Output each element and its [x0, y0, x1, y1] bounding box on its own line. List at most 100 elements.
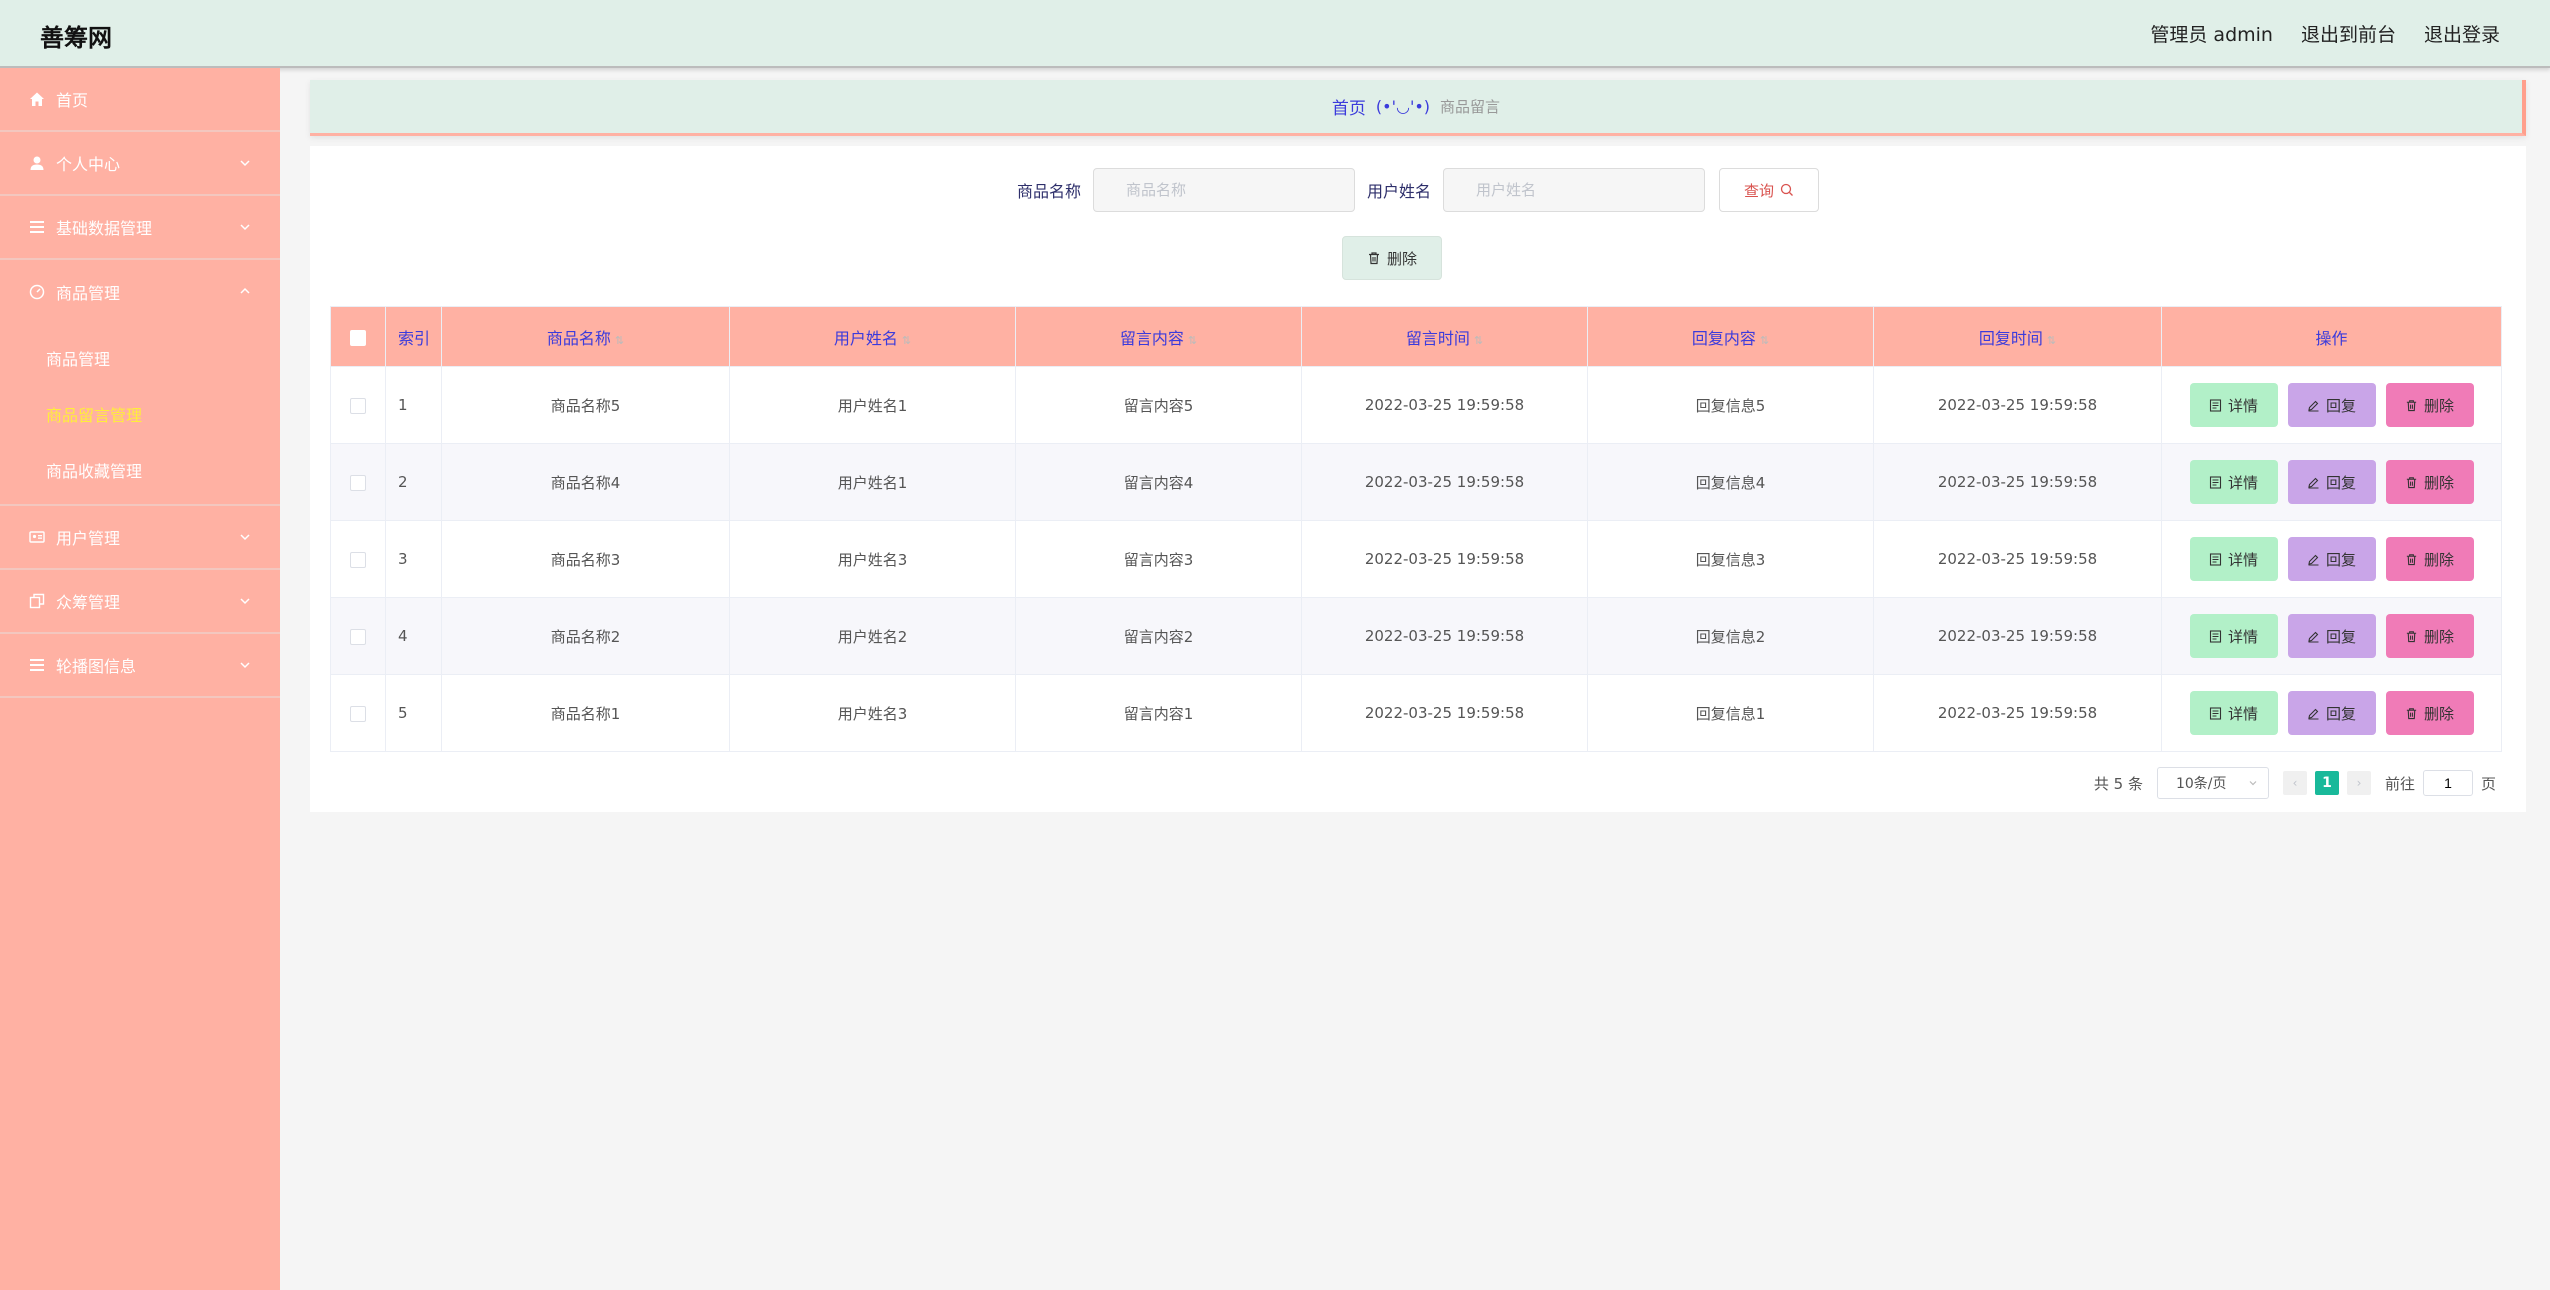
logout-link[interactable]: 退出登录	[2424, 20, 2500, 47]
batch-delete-button[interactable]: 删除	[1342, 236, 1442, 280]
cell-user-name: 用户姓名3	[729, 520, 1016, 598]
reply-button[interactable]: 回复	[2287, 537, 2376, 581]
table-row[interactable]: 5 商品名称1 用户姓名3 留言内容1 2022-03-25 19:59:58 回复信息1…	[330, 674, 2502, 752]
detail-button[interactable]: 详情	[2189, 691, 2278, 735]
row-check-cell	[330, 597, 386, 675]
chevron-down-icon	[240, 534, 250, 541]
chevron-up-icon	[240, 287, 250, 294]
exit-to-frontend-link[interactable]: 退出到前台	[2301, 20, 2396, 47]
sidebar-item-basic-data[interactable]: 基础数据管理	[0, 196, 280, 260]
row-actions: 详情 回复 删除	[2162, 537, 2501, 581]
cell-message-time: 2022-03-25 19:59:58	[1301, 443, 1588, 521]
top-links: 管理员 admin 退出到前台 退出登录	[2150, 20, 2500, 47]
select-all-checkbox[interactable]	[350, 329, 366, 346]
chevron-down-icon	[240, 224, 250, 231]
header-message-time[interactable]: 留言时间 ⇅	[1301, 306, 1588, 367]
delete-button[interactable]: 删除	[2385, 537, 2474, 581]
sidebar-item-personal-center[interactable]: 个人中心	[0, 132, 280, 196]
header-reply[interactable]: 回复内容 ⇅	[1587, 306, 1874, 367]
sort-icon: ⇅	[614, 333, 625, 347]
next-page-button[interactable]: ›	[2346, 771, 2371, 795]
reply-label: 回复	[2325, 704, 2356, 723]
query-button[interactable]: 查询	[1719, 168, 1820, 212]
detail-label: 详情	[2227, 704, 2258, 723]
user-icon	[28, 154, 46, 172]
goods-name-input[interactable]	[1093, 168, 1355, 212]
row-check-cell	[330, 520, 386, 598]
prev-page-button[interactable]: ‹	[2282, 771, 2307, 795]
row-checkbox[interactable]	[350, 397, 366, 414]
cell-reply: 回复信息5	[1587, 366, 1874, 444]
detail-button[interactable]: 详情	[2189, 383, 2278, 427]
delete-button[interactable]: 删除	[2385, 460, 2474, 504]
sort-icon: ⇅	[2046, 333, 2057, 347]
sidebar-item-crowdfunding[interactable]: 众筹管理	[0, 570, 280, 634]
goods-name-label: 商品名称	[1016, 182, 1081, 201]
document-icon	[2209, 475, 2222, 489]
header-label: 回复时间	[1978, 328, 2043, 348]
admin-label: 管理员 admin	[2150, 24, 2273, 46]
sidebar-item-user-management[interactable]: 用户管理	[0, 506, 280, 570]
trash-icon	[2406, 476, 2417, 488]
cell-message-time: 2022-03-25 19:59:58	[1301, 674, 1588, 752]
table-row[interactable]: 3 商品名称3 用户姓名3 留言内容3 2022-03-25 19:59:58 回复信息3…	[330, 520, 2502, 598]
trash-icon	[2406, 707, 2417, 719]
table-row[interactable]: 2 商品名称4 用户姓名1 留言内容4 2022-03-25 19:59:58 回复信息4…	[330, 443, 2502, 521]
edit-icon	[2308, 631, 2319, 642]
detail-button[interactable]: 详情	[2189, 460, 2278, 504]
delete-label: 删除	[2423, 473, 2454, 492]
sidebar-subitem-goods[interactable]: 商品管理	[0, 330, 280, 386]
sidebar-item-carousel[interactable]: 轮播图信息	[0, 634, 280, 698]
header-user-name[interactable]: 用户姓名 ⇅	[729, 306, 1016, 367]
detail-button[interactable]: 详情	[2189, 537, 2278, 581]
chevron-down-icon	[240, 598, 250, 605]
sidebar-item-label: 基础数据管理	[56, 219, 153, 238]
reply-button[interactable]: 回复	[2287, 691, 2376, 735]
delete-button[interactable]: 删除	[2385, 691, 2474, 735]
header-reply-time[interactable]: 回复时间 ⇅	[1873, 306, 2162, 367]
search-bar: 商品名称 用户姓名 查询	[310, 168, 2526, 212]
header-label: 用户姓名	[833, 328, 898, 348]
table-row[interactable]: 1 商品名称5 用户姓名1 留言内容5 2022-03-25 19:59:58 回复信息5…	[330, 366, 2502, 444]
row-checkbox[interactable]	[350, 551, 366, 568]
table-row[interactable]: 4 商品名称2 用户姓名2 留言内容2 2022-03-25 19:59:58 回复信息2…	[330, 597, 2502, 675]
row-checkbox[interactable]	[350, 628, 366, 645]
delete-button[interactable]: 删除	[2385, 383, 2474, 427]
detail-button[interactable]: 详情	[2189, 614, 2278, 658]
row-checkbox[interactable]	[350, 474, 366, 491]
document-icon	[2209, 629, 2222, 643]
page-size-select[interactable]: 10条/页	[2156, 767, 2269, 799]
goto-page-input[interactable]	[2422, 770, 2473, 796]
top-header: 善筹网 管理员 admin 退出到前台 退出登录	[0, 0, 2550, 68]
reply-label: 回复	[2325, 550, 2356, 569]
sidebar-item-home[interactable]: 首页	[0, 68, 280, 132]
delete-button[interactable]: 删除	[2385, 614, 2474, 658]
cell-actions: 详情 回复 删除	[2161, 443, 2502, 521]
user-name-input[interactable]	[1443, 168, 1706, 212]
reply-button[interactable]: 回复	[2287, 383, 2376, 427]
reply-button[interactable]: 回复	[2287, 460, 2376, 504]
reply-button[interactable]: 回复	[2287, 614, 2376, 658]
cell-index: 5	[385, 674, 442, 752]
select-all-cell	[330, 306, 386, 367]
sidebar-subitem-goods-message[interactable]: 商品留言管理	[0, 386, 280, 442]
sidebar-item-goods-management[interactable]: 商品管理	[0, 260, 280, 324]
cell-reply-time: 2022-03-25 19:59:58	[1873, 366, 2162, 444]
cell-reply: 回复信息2	[1587, 597, 1874, 675]
cell-user-name: 用户姓名1	[729, 366, 1016, 444]
delete-label: 删除	[2423, 550, 2454, 569]
pagination-total: 共 5 条	[2093, 774, 2143, 793]
header-actions: 操作	[2161, 306, 2502, 367]
copy-icon	[28, 592, 46, 610]
sidebar-subitem-goods-favorite[interactable]: 商品收藏管理	[0, 442, 280, 498]
document-icon	[2209, 552, 2222, 566]
header-message[interactable]: 留言内容 ⇅	[1015, 306, 1302, 367]
page-number-button[interactable]: 1	[2314, 771, 2339, 795]
breadcrumb-home[interactable]: 首页	[1332, 94, 1366, 119]
sort-icon: ⇅	[1187, 333, 1198, 347]
delete-label: 删除	[2423, 704, 2454, 723]
header-goods-name[interactable]: 商品名称 ⇅	[441, 306, 730, 367]
home-icon	[28, 90, 46, 108]
row-checkbox[interactable]	[350, 705, 366, 722]
cell-goods-name: 商品名称1	[441, 674, 730, 752]
